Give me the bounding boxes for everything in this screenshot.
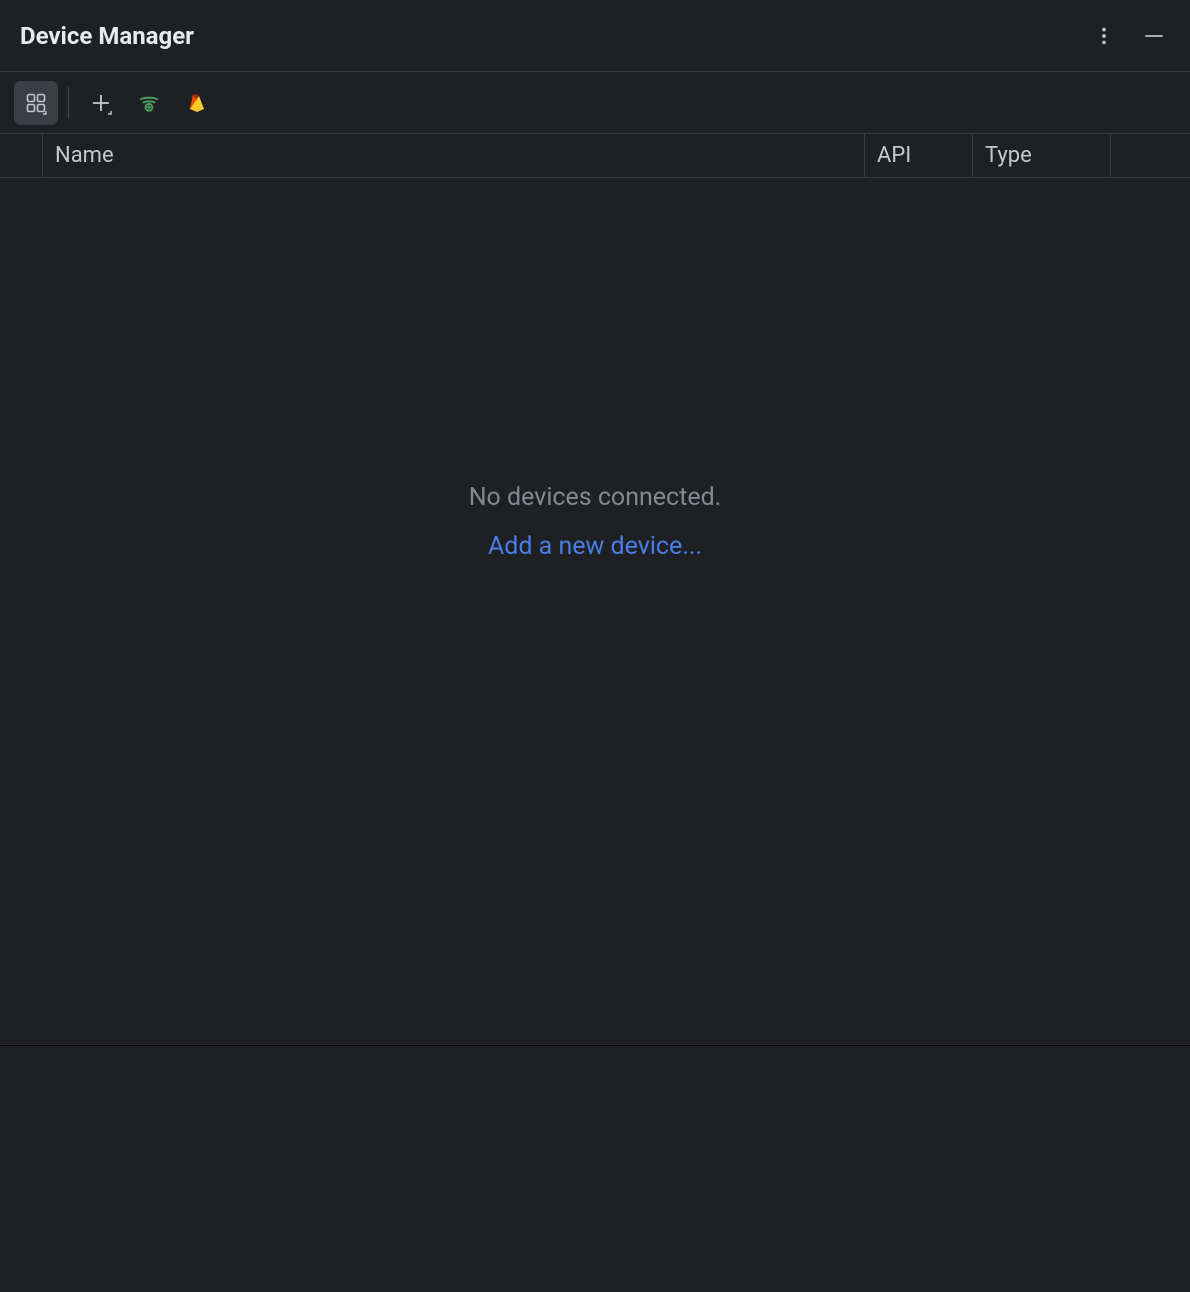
column-api[interactable]: API [864, 134, 972, 177]
toolbar-divider [68, 87, 69, 119]
table-header: Name API Type [0, 134, 1190, 178]
more-options-button[interactable] [1088, 20, 1120, 52]
wifi-add-icon [136, 90, 162, 116]
panel-header: Device Manager [0, 0, 1190, 72]
empty-message: No devices connected. [469, 483, 722, 512]
panel-title: Device Manager [20, 22, 194, 50]
more-vert-icon [1093, 25, 1115, 47]
firebase-icon [185, 91, 209, 115]
minimize-icon [1141, 23, 1167, 49]
grid-view-button[interactable] [14, 81, 58, 125]
add-device-link[interactable]: Add a new device... [488, 532, 702, 561]
column-expand[interactable] [0, 134, 42, 177]
add-device-button[interactable] [79, 81, 123, 125]
plus-icon [89, 91, 113, 115]
firebase-button[interactable] [175, 81, 219, 125]
empty-state: No devices connected. Add a new device..… [0, 178, 1190, 1046]
toolbar [0, 72, 1190, 134]
column-name[interactable]: Name [42, 134, 864, 177]
grid-icon [24, 91, 48, 115]
bottom-bar [0, 1046, 1190, 1130]
column-actions [1110, 134, 1190, 177]
minimize-button[interactable] [1138, 20, 1170, 52]
header-actions [1088, 20, 1170, 52]
column-type[interactable]: Type [972, 134, 1110, 177]
pair-wifi-button[interactable] [127, 81, 171, 125]
